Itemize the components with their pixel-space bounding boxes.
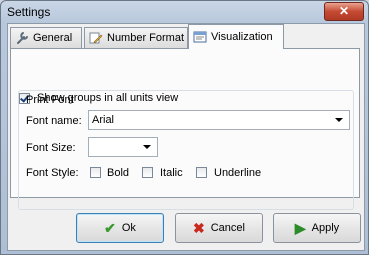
font-style-label: Font Style: (26, 167, 79, 179)
apply-button[interactable]: ▶ Apply (273, 213, 361, 243)
title-bar[interactable]: Settings ✕ (1, 1, 368, 23)
play-arrow-icon: ▶ (294, 220, 306, 236)
close-button[interactable]: ✕ (324, 2, 364, 21)
cancel-button[interactable]: ✖ Cancel (175, 213, 263, 243)
checkmark-icon: ✔ (104, 220, 116, 236)
chevron-down-icon (143, 145, 151, 149)
pencil-icon (89, 32, 103, 44)
window-title: Settings (7, 5, 51, 19)
font-name-combobox[interactable]: Arial (88, 110, 350, 130)
font-size-label: Font Size: (26, 142, 76, 154)
settings-window: Settings ✕ General Number Format Visuali… (0, 0, 369, 255)
tab-strip: General Number Format Visualization (8, 24, 364, 50)
bold-label: Bold (107, 167, 130, 179)
underline-checkbox[interactable] (196, 167, 207, 178)
wrench-icon (17, 32, 28, 44)
ok-button[interactable]: ✔ Ok (76, 213, 164, 243)
underline-label: Underline (214, 167, 262, 179)
italic-checkbox[interactable] (142, 167, 153, 178)
apply-button-label: Apply (311, 222, 340, 234)
print-font-title: Print Font (26, 94, 74, 106)
cancel-button-label: Cancel (210, 222, 245, 234)
italic-label: Italic (160, 167, 183, 179)
window-icon (193, 31, 207, 43)
font-size-combobox[interactable] (88, 137, 158, 157)
font-name-value: Arial (92, 114, 115, 126)
ok-button-label: Ok (121, 222, 136, 234)
tab-general-label: General (33, 32, 73, 44)
cancel-icon: ✖ (193, 220, 205, 236)
font-name-label: Font name: (26, 115, 82, 127)
tab-visualization[interactable]: Visualization (188, 24, 284, 49)
tab-number-format-label: Number Format (107, 32, 185, 44)
tab-number-format[interactable]: Number Format (84, 27, 188, 48)
chevron-down-icon (335, 118, 343, 122)
close-icon: ✕ (338, 4, 350, 18)
tab-general[interactable]: General (10, 27, 82, 48)
tab-visualization-label: Visualization (211, 31, 273, 43)
bold-checkbox[interactable] (90, 167, 101, 178)
